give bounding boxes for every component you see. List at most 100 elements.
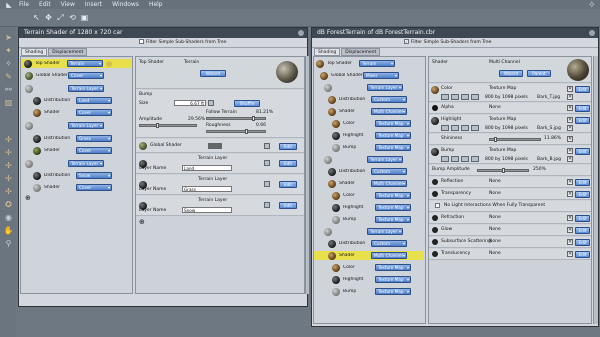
window-title[interactable]: Terrain Shader of 1280 x 720 car bbox=[19, 28, 307, 38]
cube-tool-icon[interactable]: ▨ bbox=[3, 98, 14, 108]
texture-tool-icon[interactable] bbox=[471, 156, 479, 162]
tree-node[interactable]: Distribution Custom bbox=[328, 239, 407, 248]
tree-node[interactable]: Global Shader Mixer bbox=[320, 71, 399, 80]
link-toggle[interactable] bbox=[264, 143, 270, 149]
shader-type-dropdown[interactable]: Custom bbox=[371, 168, 407, 175]
tree-node[interactable]: Distribution Custom bbox=[328, 167, 407, 176]
channel-toggle[interactable]: ✕ bbox=[567, 156, 573, 162]
vertical-scrollbar[interactable] bbox=[593, 56, 598, 324]
shader-type-dropdown[interactable]: Terrain Layer bbox=[367, 84, 403, 91]
shader-type-dropdown[interactable]: Terrain Layer bbox=[367, 228, 403, 235]
shader-type-dropdown[interactable]: Texture Map bbox=[375, 288, 411, 295]
channel-toggle[interactable]: ✕ bbox=[567, 148, 573, 154]
shader-type-dropdown[interactable]: Texture Map bbox=[375, 216, 411, 223]
menu-help[interactable]: Help bbox=[144, 0, 168, 9]
bump-amplitude-slider[interactable] bbox=[477, 168, 529, 173]
edit-button[interactable]: Edit bbox=[575, 105, 590, 112]
pan-icon[interactable]: ✥ bbox=[44, 12, 53, 23]
layer-name-field[interactable]: Land bbox=[182, 165, 232, 171]
shader-type-dropdown[interactable]: Terrain Layer bbox=[367, 156, 403, 163]
tree-node[interactable]: Terrain Layer bbox=[324, 83, 403, 92]
amplitude-slider[interactable] bbox=[139, 123, 197, 128]
channel-toggle[interactable]: ✕ bbox=[567, 239, 573, 245]
slider-knob[interactable] bbox=[252, 116, 255, 121]
edit-button[interactable]: Edit bbox=[575, 215, 590, 222]
morph-tool-icon[interactable]: ✢ bbox=[3, 174, 14, 184]
shader-type-dropdown[interactable]: Multi Channel bbox=[371, 108, 407, 115]
texture-tool-icon[interactable] bbox=[461, 125, 469, 131]
shader-type-dropdown[interactable]: Custom bbox=[371, 96, 407, 103]
texture-tool-icon[interactable] bbox=[441, 94, 449, 100]
shader-type-dropdown[interactable]: Texture Map bbox=[375, 192, 411, 199]
edit-button[interactable]: Edit bbox=[575, 148, 590, 155]
tree-node[interactable]: Bump Texture Map bbox=[332, 287, 411, 296]
tab-displacement[interactable]: Displacement bbox=[341, 48, 381, 56]
camera-tool-icon[interactable]: ◉ bbox=[3, 213, 14, 223]
tree-node[interactable]: Shader Cover bbox=[33, 183, 112, 192]
edit-button[interactable]: Edit bbox=[279, 181, 297, 188]
slider-knob[interactable] bbox=[156, 123, 159, 128]
edit-button[interactable]: Edit bbox=[575, 117, 590, 124]
shader-type-dropdown[interactable]: Cover bbox=[76, 109, 112, 116]
shader-type-dropdown[interactable]: Texture Map bbox=[375, 264, 411, 271]
channel-toggle[interactable]: ✕ bbox=[567, 105, 573, 111]
tree-node[interactable]: Bump Texture Map bbox=[332, 143, 411, 152]
window-title[interactable]: dB ForestTerrain of dB ForestTerrain.cbr bbox=[312, 28, 598, 38]
tree-node[interactable]: Highlight Texture Map bbox=[332, 275, 411, 284]
paint-tool-icon[interactable]: ✎ bbox=[3, 72, 14, 82]
shader-type-dropdown[interactable]: Texture Map bbox=[375, 204, 411, 211]
menu-view[interactable]: View bbox=[56, 0, 80, 9]
tree-node[interactable]: Color Texture Map bbox=[332, 263, 411, 272]
channel-toggle[interactable]: ✕ bbox=[567, 125, 573, 131]
tree-node[interactable]: Distribution Grass bbox=[33, 134, 112, 143]
channel-toggle[interactable]: ✕ bbox=[567, 227, 573, 233]
close-icon[interactable] bbox=[589, 30, 595, 36]
channel-toggle[interactable]: ✕ bbox=[567, 86, 573, 92]
magnifier-tool-icon[interactable]: ⚲ bbox=[3, 239, 14, 249]
parent-button[interactable]: Parent bbox=[527, 70, 551, 77]
edit-button[interactable]: Edit bbox=[279, 202, 297, 209]
figure-tool-icon[interactable]: ✪ bbox=[3, 200, 14, 210]
pick-tool-icon[interactable]: ✦ bbox=[3, 46, 14, 56]
shader-type-dropdown[interactable]: Custom bbox=[371, 240, 407, 247]
texture-tool-icon[interactable] bbox=[461, 156, 469, 162]
tree-node[interactable]: Top Shader Terrain bbox=[316, 59, 395, 68]
tab-displacement[interactable]: Displacement bbox=[48, 48, 88, 56]
channel-toggle[interactable]: ✕ bbox=[567, 179, 573, 185]
shader-type-dropdown[interactable]: Cover bbox=[76, 184, 112, 191]
tree-node[interactable]: Shader Multi Channel bbox=[328, 107, 407, 116]
frame-icon[interactable]: ▣ bbox=[80, 12, 89, 23]
no-light-interactions-checkbox[interactable] bbox=[435, 203, 440, 208]
texture-tool-icon[interactable] bbox=[471, 125, 479, 131]
slider-knob[interactable] bbox=[494, 137, 497, 142]
link-toggle[interactable] bbox=[264, 202, 270, 208]
edit-button[interactable]: Edit bbox=[575, 179, 590, 186]
menu-windows[interactable]: Windows bbox=[107, 0, 144, 9]
shader-type-dropdown[interactable]: Texture Map bbox=[375, 132, 411, 139]
twist-tool-icon[interactable]: ✢ bbox=[3, 161, 14, 171]
channel-toggle[interactable]: ✕ bbox=[567, 251, 573, 257]
shader-type-dropdown[interactable]: Snow bbox=[76, 172, 112, 179]
tree-node[interactable]: Highlight Texture Map bbox=[332, 203, 411, 212]
layer-name-field[interactable]: Grass bbox=[182, 186, 232, 192]
slider-knob[interactable] bbox=[502, 168, 505, 173]
filter-checkbox[interactable] bbox=[139, 39, 144, 44]
tree-node[interactable]: Terrain Layer bbox=[25, 84, 104, 93]
rotate-tool-icon[interactable]: ✢ bbox=[3, 187, 14, 197]
tree-node[interactable]: Distribution Land bbox=[33, 96, 112, 105]
move-tool-icon[interactable]: ✢ bbox=[3, 135, 14, 145]
zoom-icon[interactable]: ⤢ bbox=[56, 12, 65, 23]
shader-type-dropdown[interactable]: Terrain Layer bbox=[68, 160, 104, 167]
tree-node[interactable]: Terrain Layer bbox=[25, 121, 104, 130]
shader-type-dropdown[interactable]: Grass bbox=[76, 135, 112, 142]
shader-type-dropdown[interactable]: Land bbox=[76, 97, 112, 104]
pointer-tool-icon[interactable]: ➤ bbox=[3, 33, 14, 43]
hand-tool-icon[interactable]: ✋ bbox=[3, 226, 14, 236]
tab-shading[interactable]: Shading bbox=[21, 48, 48, 56]
tree-node[interactable]: Top Shader Terrain bbox=[21, 59, 131, 68]
shader-type-dropdown[interactable]: Terrain Layer bbox=[68, 122, 104, 129]
link-toggle[interactable] bbox=[264, 160, 270, 166]
tree-node[interactable]: Color Texture Map bbox=[332, 191, 411, 200]
size-stepper[interactable] bbox=[208, 100, 214, 106]
add-layer-icon[interactable]: ⊕ bbox=[25, 195, 31, 202]
